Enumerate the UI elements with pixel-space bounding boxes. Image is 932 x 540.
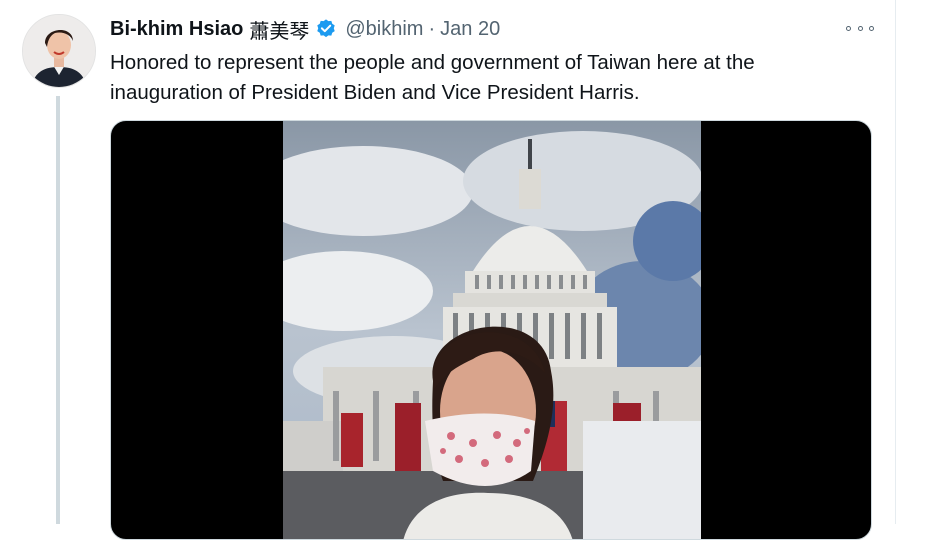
author-name[interactable]: Bi-khim Hsiao — [110, 18, 243, 41]
avatar[interactable] — [22, 14, 96, 88]
more-dot — [857, 25, 863, 31]
verified-badge-icon — [315, 18, 337, 40]
video-frame[interactable] — [283, 121, 701, 539]
timeline-border — [895, 0, 896, 524]
more-dot — [869, 25, 874, 31]
separator-dot: · — [428, 17, 436, 40]
author-handle[interactable]: @bikhim — [345, 18, 423, 41]
more-options-icon[interactable] — [846, 20, 874, 36]
tweet-media-video[interactable] — [110, 120, 872, 540]
tweet-date[interactable]: Jan 20 — [440, 18, 500, 41]
author-name-cjk[interactable]: 蕭美琴 — [249, 15, 309, 44]
thread-connector-line — [56, 96, 60, 524]
tweet-header: Bi-khim Hsiao 蕭美琴 @bikhim · Jan 20 — [110, 15, 500, 44]
tweet-text: Honored to represent the people and gove… — [110, 51, 755, 104]
more-dot — [846, 25, 851, 31]
